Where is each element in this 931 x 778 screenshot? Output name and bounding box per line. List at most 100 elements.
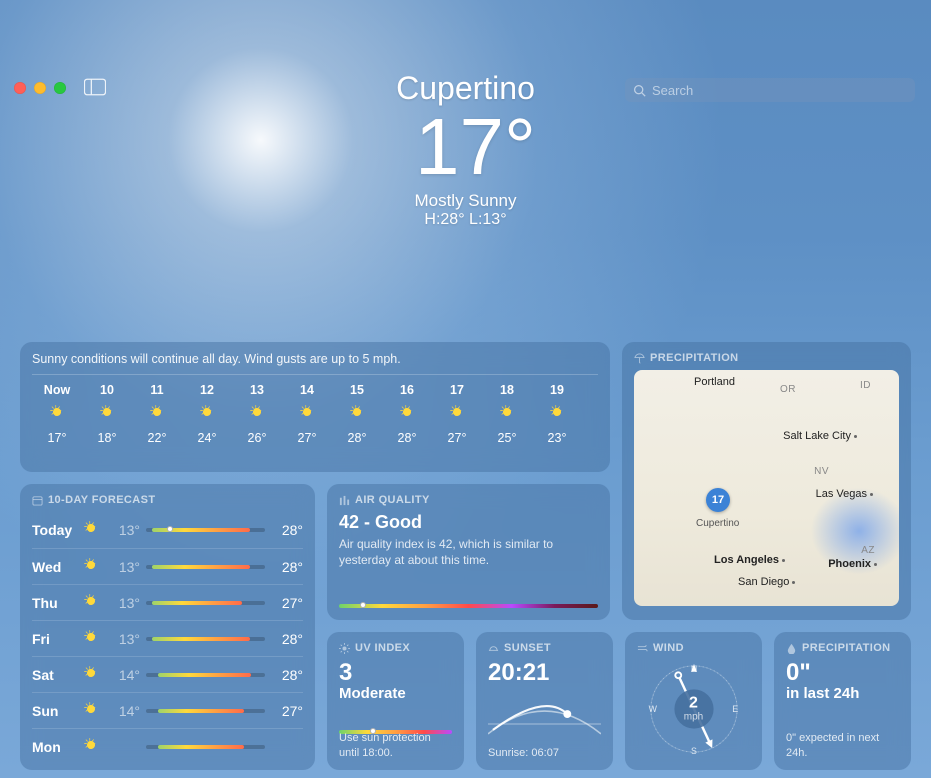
detail-cards-row: UV INDEX 3 Moderate Use sun protection u… <box>327 632 911 770</box>
tenday-row[interactable]: Wed13°28° <box>32 548 303 584</box>
sun-icon <box>382 405 432 423</box>
sun-icon <box>182 405 232 423</box>
hourly-item: 13 26° <box>232 383 282 445</box>
aq-scale-dot <box>360 602 366 608</box>
day-high: 28° <box>265 631 303 647</box>
sunset-title: SUNSET <box>488 642 601 654</box>
search-input[interactable] <box>652 83 907 98</box>
sun-icon <box>432 405 482 423</box>
hour-time: 20 <box>582 383 598 397</box>
hour-time: 13 <box>232 383 282 397</box>
aq-scale-bar <box>339 604 598 608</box>
tenday-forecast-card[interactable]: 10-DAY FORECAST Today13°28°Wed13°28°Thu1… <box>20 484 315 770</box>
day-low: 13° <box>110 631 146 647</box>
day-range-bar <box>146 528 265 532</box>
uv-value: 3 <box>339 660 452 685</box>
hour-time: 18 <box>482 383 532 397</box>
hourly-item: 18 25° <box>482 383 532 445</box>
wind-compass-center: 2 mph <box>684 696 703 723</box>
day-name: Today <box>32 522 84 538</box>
tenday-row[interactable]: Today 13° 28° <box>32 512 303 548</box>
hour-temp: 24° <box>182 431 232 445</box>
map-current-location-pin[interactable]: 17 <box>706 488 730 512</box>
search-icon <box>633 84 646 97</box>
day-low: 14° <box>110 667 146 683</box>
day-high: 28° <box>265 522 303 538</box>
hour-temp: 20 <box>582 431 598 445</box>
day-high: 28° <box>265 559 303 575</box>
hour-time: 11 <box>132 383 182 397</box>
hourly-item: 1628° <box>382 383 432 445</box>
tenday-row[interactable]: Mon <box>32 728 303 764</box>
day-range-bar <box>146 745 265 749</box>
hour-temp: 26° <box>232 431 282 445</box>
sun-icon <box>339 643 350 654</box>
wind-icon <box>637 643 648 654</box>
precipitation-map-card[interactable]: PRECIPITATION Portland OR ID NV AZ Salt … <box>622 342 911 620</box>
aq-description: Air quality index is 42, which is simila… <box>339 536 598 568</box>
day-range-bar <box>146 637 265 641</box>
wind-speed: 2 <box>684 696 703 712</box>
day-range-bar <box>146 709 265 713</box>
hourly-item: 1018° <box>82 383 132 445</box>
current-temperature: 17° <box>20 107 931 187</box>
hourly-item: Now17° <box>32 383 82 445</box>
wind-unit: mph <box>684 712 703 723</box>
air-quality-card[interactable]: AIR QUALITY 42 - Good Air quality index … <box>327 484 610 620</box>
sunset-title-text: SUNSET <box>504 642 551 654</box>
precipitation-sub: in last 24h <box>786 685 899 702</box>
map-label-nv: NV <box>814 466 829 477</box>
tenday-title: 10-DAY FORECAST <box>32 494 303 506</box>
map-label-slc: Salt Lake City <box>783 430 857 442</box>
precipitation-card[interactable]: PRECIPITATION 0" in last 24h 0" expected… <box>774 632 911 770</box>
tenday-row[interactable]: Fri13°28° <box>32 620 303 656</box>
uv-index-card[interactable]: UV INDEX 3 Moderate Use sun protection u… <box>327 632 464 770</box>
sunset-curve <box>488 700 601 740</box>
hour-temp: 27° <box>432 431 482 445</box>
map-pin-label: Cupertino <box>696 518 739 529</box>
hourly-forecast-card[interactable]: Sunny conditions will continue all day. … <box>20 342 610 472</box>
tenday-row[interactable]: Thu13°27° <box>32 584 303 620</box>
sun-icon <box>84 521 110 539</box>
search-field-container[interactable] <box>625 78 915 102</box>
sun-icon <box>332 405 382 423</box>
sun-icon <box>132 405 182 423</box>
hour-time: 15 <box>332 383 382 397</box>
day-low: 13° <box>110 595 146 611</box>
wind-title-text: WIND <box>653 642 684 654</box>
close-window-button[interactable] <box>14 82 26 94</box>
hour-time: 19 <box>532 383 582 397</box>
fullscreen-window-button[interactable] <box>54 82 66 94</box>
map-label-la: Los Angeles <box>714 554 785 566</box>
precipitation-footer: 0" expected in next 24h. <box>786 731 899 760</box>
tenday-row[interactable]: Sat 14° 28° <box>32 656 303 692</box>
map-label-id: ID <box>860 380 871 391</box>
day-high: 28° <box>265 667 303 683</box>
day-low: 13° <box>110 522 146 538</box>
toggle-sidebar-button[interactable] <box>84 78 108 98</box>
map-label-lv: Las Vegas <box>816 488 873 500</box>
uv-level: Moderate <box>339 685 452 702</box>
day-name: Sat <box>32 667 84 683</box>
weather-map[interactable]: Portland OR ID NV AZ Salt Lake City Las … <box>634 370 899 606</box>
sun-icon <box>84 630 110 648</box>
svg-text:E: E <box>732 704 738 714</box>
hour-time: Now <box>32 383 82 397</box>
day-range-bar <box>146 673 265 677</box>
day-high: 27° <box>265 703 303 719</box>
hourly-item: 1427° <box>282 383 332 445</box>
map-label-phx: Phoenix <box>828 558 877 570</box>
wind-card[interactable]: WIND N S E W <box>625 632 762 770</box>
sun-icon <box>84 702 110 720</box>
day-low: 14° <box>110 703 146 719</box>
sun-icon <box>84 558 110 576</box>
sunset-card[interactable]: SUNSET 20:21 Sunrise: 06:07 <box>476 632 613 770</box>
tenday-row[interactable]: Sun14°27° <box>32 692 303 728</box>
sidebar-icon <box>84 78 106 96</box>
minimize-window-button[interactable] <box>34 82 46 94</box>
hour-temp: 25° <box>482 431 532 445</box>
sunset-footer: Sunrise: 06:07 <box>488 746 601 760</box>
calendar-icon <box>32 495 43 506</box>
hour-temp: 23° <box>532 431 582 445</box>
sun-icon <box>232 405 282 423</box>
